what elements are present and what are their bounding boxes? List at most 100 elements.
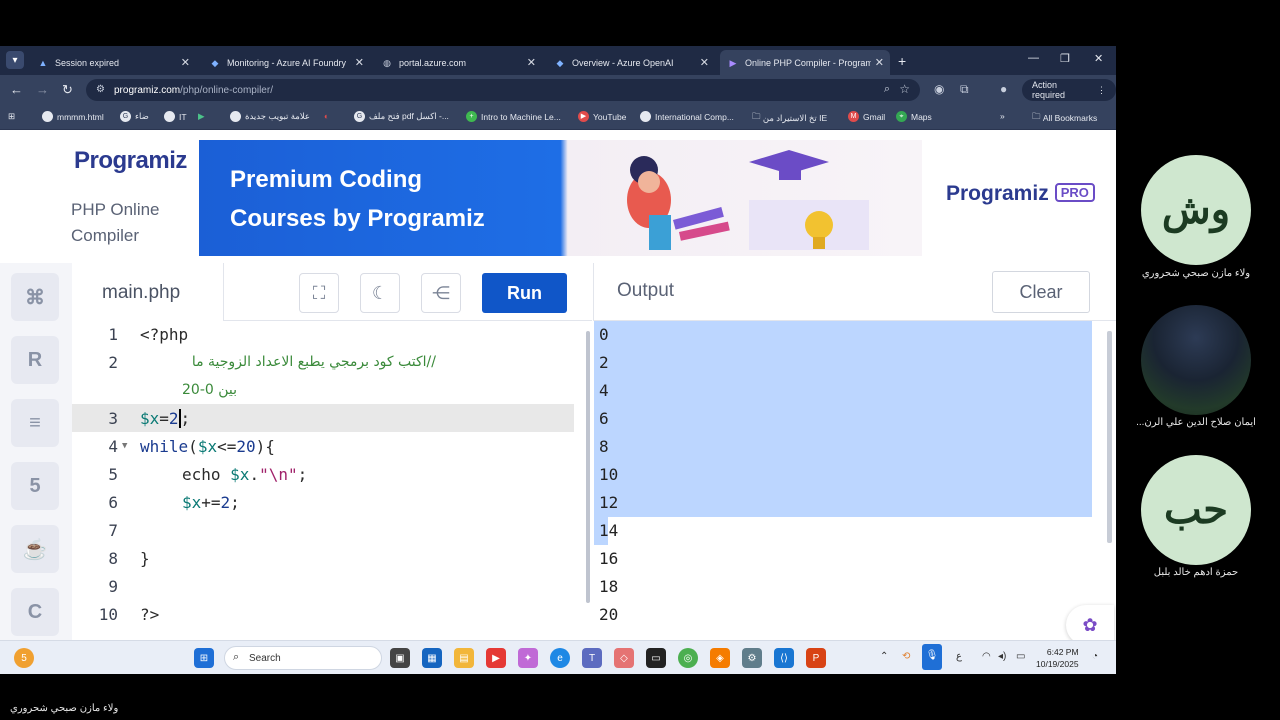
- bookmark-item[interactable]: G ضاء: [120, 111, 149, 122]
- code-editor[interactable]: 1 2 3 4 5 6 7 8 9 10 ▼ <?php //اكتب كود …: [72, 321, 584, 641]
- taskbar-search-input[interactable]: ⌕ Search: [224, 646, 382, 670]
- output-line: 20: [599, 605, 619, 624]
- close-icon[interactable]: ✕: [527, 56, 536, 69]
- new-tab-icon[interactable]: +: [898, 53, 906, 69]
- programiz-logo[interactable]: Programiz: [74, 147, 187, 175]
- puzzle-icon[interactable]: ⧉: [960, 82, 969, 97]
- sync-icon[interactable]: ⟲: [902, 651, 910, 662]
- azure-ai-icon: ◆: [211, 57, 219, 68]
- close-icon[interactable]: ✕: [875, 56, 884, 69]
- file-tab[interactable]: main.php: [72, 263, 224, 322]
- code-token: $x: [182, 493, 202, 512]
- c-language-icon[interactable]: C: [11, 588, 59, 636]
- tab-portal-azure[interactable]: ◍ portal.azure.com ✕: [374, 50, 542, 75]
- tab-overview-openai[interactable]: ◆ Overview - Azure OpenAI ✕: [547, 50, 715, 75]
- fold-chevron-icon[interactable]: ▼: [122, 441, 127, 451]
- output-scrollbar[interactable]: [1107, 331, 1112, 543]
- vscode-icon[interactable]: ⟨⟩: [774, 648, 794, 668]
- globe-icon: [230, 111, 241, 122]
- r-language-icon[interactable]: R: [11, 336, 59, 384]
- bookmark-star-icon[interactable]: ☆: [899, 82, 910, 96]
- clock[interactable]: 6:42 PM 10/19/2025: [1036, 646, 1079, 670]
- notification-bell-icon[interactable]: ◔: [1092, 651, 1098, 662]
- file-explorer-icon[interactable]: ▤: [454, 648, 474, 668]
- edge-icon[interactable]: e: [550, 648, 570, 668]
- minimize-icon[interactable]: —: [1028, 52, 1039, 64]
- app-icon[interactable]: ◈: [710, 648, 730, 668]
- participant-avatar[interactable]: [1141, 305, 1251, 415]
- all-bookmarks[interactable]: 🗀 All Bookmarks: [1032, 111, 1097, 125]
- language-indicator[interactable]: ع: [956, 651, 962, 662]
- run-button[interactable]: Run: [482, 273, 567, 313]
- plus-icon: +: [466, 111, 477, 122]
- teams-icon[interactable]: T: [582, 648, 602, 668]
- fullscreen-icon[interactable]: ⛶: [299, 273, 339, 313]
- zoom-icon[interactable]: ⌕: [884, 83, 890, 96]
- tab-php-compiler[interactable]: ▶ Online PHP Compiler - Program ✕: [720, 50, 890, 75]
- bookmark-item[interactable]: علامة تبويب جديدة: [230, 111, 310, 122]
- weather-icon[interactable]: 5: [14, 648, 34, 668]
- forward-icon[interactable]: →: [36, 82, 49, 97]
- chrome-icon[interactable]: ◎: [678, 648, 698, 668]
- close-icon[interactable]: ✕: [700, 56, 709, 69]
- programiz-pro-logo[interactable]: Programiz PRO: [946, 182, 1095, 206]
- terminal-icon[interactable]: ▭: [646, 648, 666, 668]
- site-info-icon[interactable]: ⚙: [96, 84, 105, 95]
- microphone-icon[interactable]: 🎙: [922, 644, 942, 670]
- copilot-icon[interactable]: ✦: [518, 648, 538, 668]
- sql-database-icon[interactable]: ≡: [11, 399, 59, 447]
- editor-scrollbar[interactable]: [586, 331, 590, 603]
- close-icon[interactable]: ✕: [355, 56, 364, 69]
- action-required-button[interactable]: Action required ⋮: [1022, 79, 1116, 101]
- java-icon[interactable]: ☕: [11, 525, 59, 573]
- windows-start-icon[interactable]: ⊞: [194, 648, 214, 668]
- wifi-icon[interactable]: ◠: [982, 651, 991, 662]
- close-icon[interactable]: ✕: [181, 56, 190, 69]
- bookmark-item[interactable]: IT: [164, 111, 187, 122]
- ai-assistant-icon[interactable]: ✿: [1066, 605, 1114, 645]
- bookmark-item[interactable]: ⌖ Maps: [896, 111, 932, 122]
- reload-icon[interactable]: ↻: [62, 82, 73, 98]
- task-view-icon[interactable]: ▣: [390, 648, 410, 668]
- settings-icon[interactable]: ⚙: [742, 648, 762, 668]
- extension-icon[interactable]: ◉: [934, 82, 944, 96]
- python-icon[interactable]: ⌘: [11, 273, 59, 321]
- apps-icon[interactable]: ⊞: [8, 111, 15, 122]
- bookmark-item[interactable]: ◐: [324, 111, 329, 121]
- participant-avatar[interactable]: وش: [1141, 155, 1251, 265]
- output-panel[interactable]: 0 2 4 6 8 10 12 14 16 18 20: [594, 321, 1116, 641]
- bookmark-item[interactable]: M Gmail: [848, 111, 885, 122]
- dark-mode-icon[interactable]: ☾: [360, 273, 400, 313]
- maximize-icon[interactable]: ❐: [1060, 52, 1070, 65]
- battery-icon[interactable]: ▭: [1016, 651, 1025, 662]
- html5-icon[interactable]: 5: [11, 462, 59, 510]
- address-bar-row: ← → ↻ ⚙ programiz.com/php/online-compile…: [0, 75, 1116, 105]
- app-icon[interactable]: ◇: [614, 648, 634, 668]
- clear-button[interactable]: Clear: [992, 271, 1090, 313]
- bookmark-item[interactable]: International Comp...: [640, 111, 734, 122]
- tab-search-icon[interactable]: ▾: [6, 51, 24, 69]
- bookmark-item[interactable]: G فتح ملف pdf اكسل -...: [354, 111, 449, 122]
- url-input[interactable]: ⚙ programiz.com/php/online-compiler/ ⌕ ☆: [86, 79, 920, 101]
- ad-banner[interactable]: Premium Coding Courses by Programiz: [199, 140, 922, 256]
- youtube-icon[interactable]: ▶: [486, 648, 506, 668]
- bookmark-item[interactable]: 🗀 تخ الاستيراد من IE: [752, 111, 827, 125]
- participant-avatar[interactable]: حب: [1141, 455, 1251, 565]
- bookmark-item[interactable]: mmmm.html: [42, 111, 104, 122]
- share-icon[interactable]: ⋲: [421, 273, 461, 313]
- line-number: 2: [108, 353, 118, 372]
- bookmark-item[interactable]: ▶ YouTube: [578, 111, 626, 122]
- more-bookmarks-icon[interactable]: »: [1000, 111, 1005, 121]
- close-window-icon[interactable]: ✕: [1094, 52, 1103, 65]
- powerpoint-icon[interactable]: P: [806, 648, 826, 668]
- line-number: 10: [98, 605, 118, 624]
- profile-icon[interactable]: ●: [1000, 82, 1007, 96]
- back-icon[interactable]: ←: [10, 82, 23, 97]
- bookmark-item[interactable]: + Intro to Machine Le...: [466, 111, 561, 122]
- chevron-up-icon[interactable]: ⌃: [880, 651, 888, 662]
- store-icon[interactable]: ▦: [422, 648, 442, 668]
- volume-icon[interactable]: ◂): [998, 651, 1006, 662]
- bookmark-item[interactable]: ▶: [198, 111, 205, 122]
- tab-monitoring[interactable]: ◆ Monitoring - Azure AI Foundry ✕: [202, 50, 370, 75]
- tab-session-expired[interactable]: ▲ Session expired ✕: [30, 50, 196, 75]
